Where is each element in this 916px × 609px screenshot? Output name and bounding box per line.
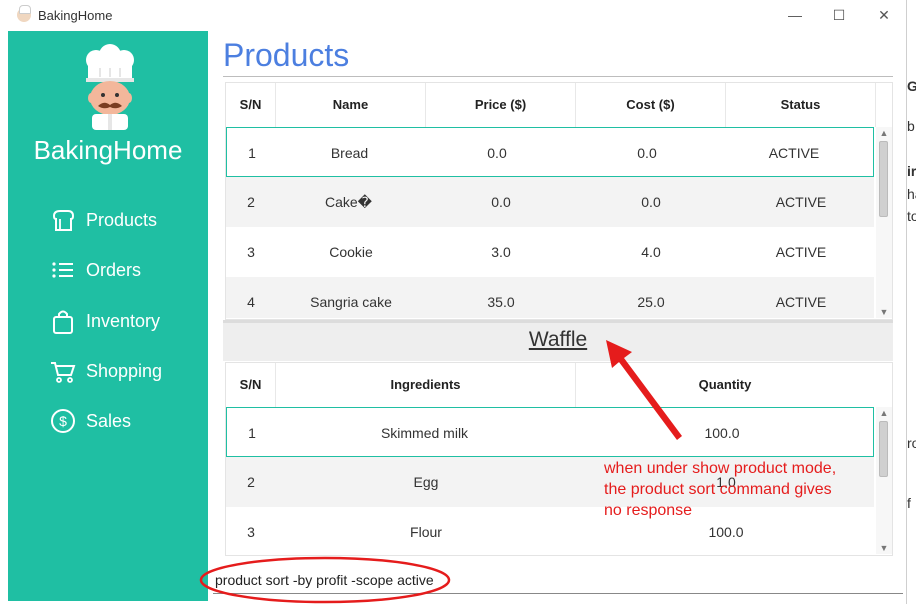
- cell-quantity: 100.0: [704, 425, 740, 441]
- table-row[interactable]: 2 Cake� 0.0 0.0 ACTIVE: [226, 177, 874, 227]
- table-row[interactable]: 1 Skimmed milk 100.0: [226, 407, 874, 457]
- window-title: BakingHome: [38, 8, 113, 23]
- cell-ingredient: Flour: [410, 524, 442, 540]
- inventory-icon: [53, 310, 73, 334]
- cell-sn: 2: [247, 194, 255, 210]
- edge-text: ro: [907, 435, 916, 451]
- nav-item-products[interactable]: Products: [50, 204, 157, 236]
- column-header[interactable]: Price ($): [426, 83, 576, 127]
- cell-sn: 1: [248, 145, 256, 161]
- cell-name: Cookie: [329, 244, 373, 260]
- column-header[interactable]: Ingredients: [276, 363, 576, 407]
- cell-cost: 0.0: [637, 145, 657, 161]
- minimize-button[interactable]: —: [775, 3, 815, 27]
- annotation-line: the product sort command gives: [604, 481, 832, 498]
- ingredients-scrollbar[interactable]: ▲ ▼: [876, 407, 892, 554]
- cell-price: 3.0: [491, 244, 511, 260]
- brand-name: BakingHome: [33, 135, 183, 165]
- column-header[interactable]: S/N: [226, 363, 276, 407]
- edge-text: to: [907, 208, 916, 224]
- table-row[interactable]: 3 Cookie 3.0 4.0 ACTIVE: [226, 227, 874, 277]
- annotation-line: no response: [604, 502, 693, 519]
- maximize-button[interactable]: ☐: [819, 3, 859, 27]
- scroll-up-icon[interactable]: ▲: [876, 128, 892, 138]
- scroll-up-icon[interactable]: ▲: [876, 408, 892, 418]
- cell-cost: 0.0: [641, 194, 661, 210]
- command-input-underline: [213, 593, 903, 594]
- title-divider: [223, 76, 893, 77]
- ingredients-table-header: S/N Ingredients Quantity: [226, 363, 874, 408]
- scroll-down-icon[interactable]: ▼: [876, 543, 892, 553]
- background-window-edge: G b ir ha to ro f: [907, 0, 916, 609]
- cell-ingredient: Egg: [413, 474, 439, 490]
- cell-name: Bread: [330, 145, 369, 161]
- scroll-thumb[interactable]: [879, 421, 888, 477]
- nav-item-shopping[interactable]: Shopping: [50, 355, 162, 387]
- cell-cost: 25.0: [637, 294, 665, 310]
- cell-sn: 3: [247, 244, 255, 260]
- sidebar: BakingHome Products Orders Inventory Sho…: [8, 31, 208, 601]
- cell-ingredient: Skimmed milk: [380, 425, 469, 441]
- products-table: S/N Name Price ($) Cost ($) Status 1 Bre…: [225, 82, 893, 320]
- cell-name: Sangria cake: [310, 294, 392, 310]
- page-title: Products: [223, 37, 350, 73]
- cell-status: ACTIVE: [768, 145, 820, 161]
- cell-name: Cake�: [324, 194, 373, 210]
- chef-app-icon: [17, 5, 31, 22]
- nav-label: Inventory: [86, 310, 161, 331]
- chef-logo-icon: [86, 44, 134, 130]
- edge-text: G: [907, 78, 916, 94]
- column-header[interactable]: Name: [276, 83, 426, 127]
- column-header[interactable]: Status: [726, 83, 876, 127]
- edge-text: ir: [907, 163, 916, 179]
- column-header[interactable]: S/N: [226, 83, 276, 127]
- orders-icon: [52, 262, 73, 278]
- cell-status: ACTIVE: [775, 294, 827, 310]
- nav-label: Sales: [86, 410, 132, 431]
- cell-price: 0.0: [487, 145, 507, 161]
- table-row[interactable]: 4 Sangria cake 35.0 25.0 ACTIVE: [226, 277, 874, 318]
- products-table-header: S/N Name Price ($) Cost ($) Status: [226, 83, 876, 128]
- close-button[interactable]: ✕: [864, 3, 904, 27]
- products-scrollbar[interactable]: ▲ ▼: [876, 127, 892, 318]
- edge-text: ha: [907, 186, 916, 202]
- svg-text:$: $: [59, 413, 67, 429]
- edge-text: b: [907, 118, 915, 134]
- cell-sn: 1: [248, 425, 256, 441]
- cell-status: ACTIVE: [775, 194, 827, 210]
- nav-item-sales[interactable]: $ Sales: [50, 405, 131, 437]
- cell-price: 0.0: [491, 194, 511, 210]
- scroll-down-icon[interactable]: ▼: [876, 307, 892, 317]
- column-header[interactable]: Cost ($): [576, 83, 726, 127]
- scroll-thumb[interactable]: [879, 141, 888, 217]
- nav-label: Products: [86, 209, 158, 230]
- annotation-line: when under show product mode,: [604, 460, 837, 477]
- column-header[interactable]: Quantity: [576, 363, 874, 407]
- sales-icon: $: [51, 409, 75, 433]
- nav-item-orders[interactable]: Orders: [50, 254, 141, 286]
- nav-label: Shopping: [86, 360, 163, 381]
- nav-label: Orders: [86, 259, 142, 280]
- cell-sn: 2: [247, 474, 255, 490]
- product-detail-header: Waffle: [223, 320, 893, 361]
- table-row[interactable]: 1 Bread 0.0 0.0 ACTIVE: [226, 127, 874, 177]
- cell-price: 35.0: [487, 294, 515, 310]
- cell-sn: 4: [247, 294, 255, 310]
- products-icon: [52, 210, 75, 231]
- cell-sn: 3: [247, 524, 255, 540]
- title-bar: BakingHome — ☐ ✕: [0, 0, 906, 31]
- cell-status: ACTIVE: [775, 244, 827, 260]
- edge-text: f: [907, 495, 911, 511]
- command-input[interactable]: product sort -by profit -scope active: [215, 572, 434, 588]
- cell-cost: 4.0: [641, 244, 661, 260]
- shopping-cart-icon: [51, 362, 76, 383]
- annotation-text: when under show product mode, the produc…: [604, 458, 836, 521]
- nav-item-inventory[interactable]: Inventory: [50, 305, 160, 337]
- detail-product-name: Waffle: [528, 328, 588, 351]
